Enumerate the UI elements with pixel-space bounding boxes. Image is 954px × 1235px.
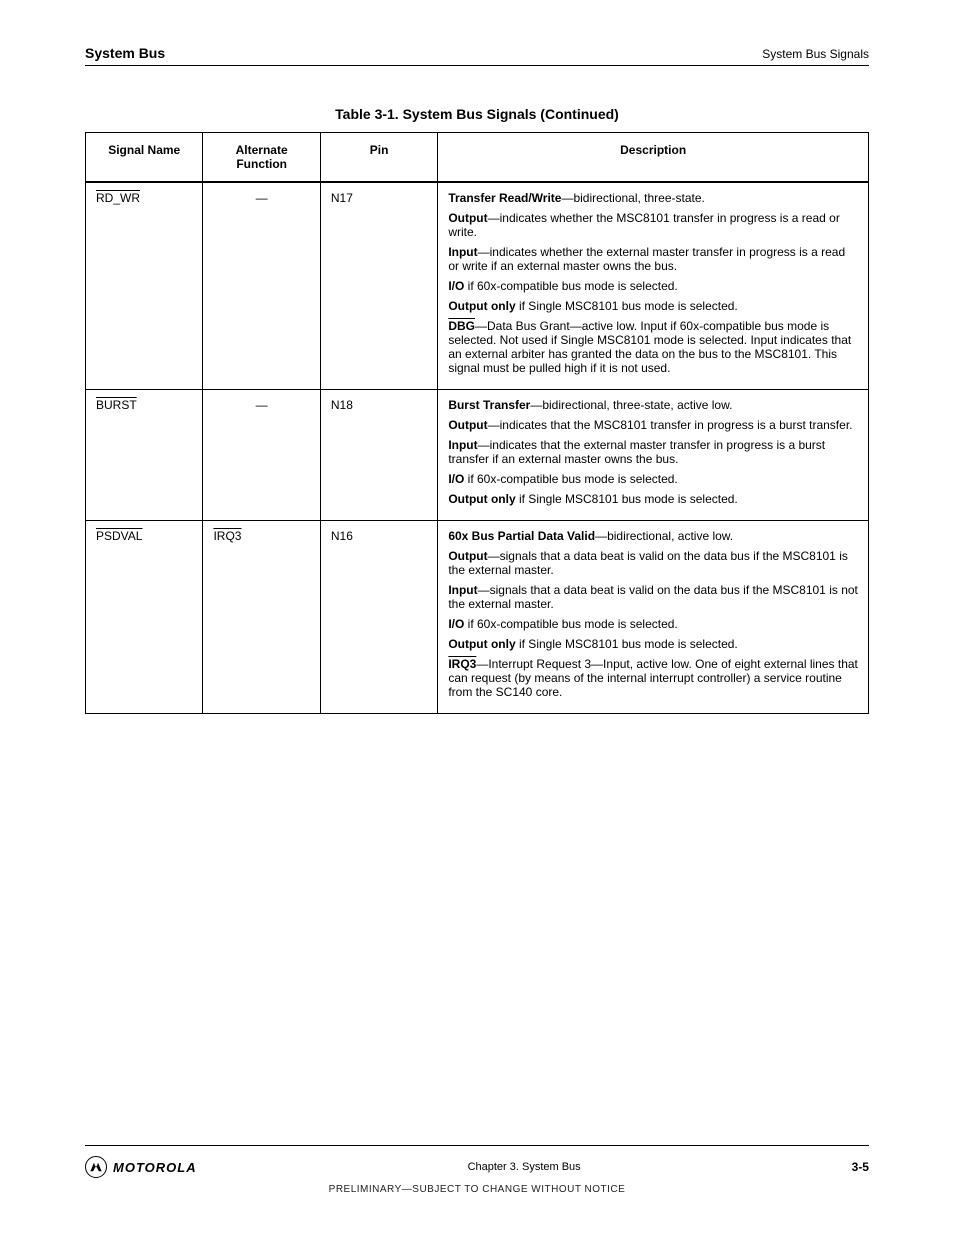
th-signal-name: Signal Name — [86, 133, 203, 183]
description-item: Input—signals that a data beat is valid … — [448, 583, 858, 611]
th-description: Description — [438, 133, 869, 183]
cell-alternate: IRQ3 — [203, 521, 320, 714]
cell-pin: N16 — [320, 521, 437, 714]
th-pin: Pin — [320, 133, 437, 183]
motorola-batwing-icon — [85, 1156, 107, 1178]
description-item: Input—indicates that the external master… — [448, 438, 858, 466]
description-item: I/O if 60x-compatible bus mode is select… — [448, 617, 858, 631]
cell-description: Burst Transfer—bidirectional, three-stat… — [438, 390, 869, 521]
description-item: Output—indicates that the MSC8101 transf… — [448, 418, 858, 432]
footer-chapter-label: Chapter 3. System Bus — [468, 1161, 581, 1173]
description-item: 60x Bus Partial Data Valid—bidirectional… — [448, 529, 858, 543]
header-section-title: System Bus Signals — [762, 47, 869, 61]
description-item: Transfer Read/Write—bidirectional, three… — [448, 191, 858, 205]
page-footer: MOTOROLA Chapter 3. System Bus 3-5 PRELI… — [85, 1145, 869, 1195]
description-item: I/O if 60x-compatible bus mode is select… — [448, 279, 858, 293]
cell-signal-name: PSDVAL — [86, 521, 203, 714]
table-caption: Table 3-1. System Bus Signals (Continued… — [85, 106, 869, 122]
page-header: System Bus System Bus Signals — [85, 45, 869, 66]
footer-page-number: 3-5 — [852, 1160, 869, 1174]
description-item: I/O if 60x-compatible bus mode is select… — [448, 472, 858, 486]
description-item: Output only if Single MSC8101 bus mode i… — [448, 492, 858, 506]
cell-signal-name: RD_WR — [86, 182, 203, 390]
description-item: DBG—Data Bus Grant—active low. Input if … — [448, 319, 858, 375]
cell-pin: N18 — [320, 390, 437, 521]
description-item: Output only if Single MSC8101 bus mode i… — [448, 637, 858, 651]
description-item: Output only if Single MSC8101 bus mode i… — [448, 299, 858, 313]
footer-preliminary-note: PRELIMINARY—SUBJECT TO CHANGE WITHOUT NO… — [85, 1184, 869, 1195]
description-item: Output—signals that a data beat is valid… — [448, 549, 858, 577]
table-row: BURST—N18 Burst Transfer—bidirectional, t… — [86, 390, 869, 521]
description-item: Input—indicates whether the external mas… — [448, 245, 858, 273]
cell-alternate: — — [203, 182, 320, 390]
table-row: RD_WR—N17 Transfer Read/Write—bidirection… — [86, 182, 869, 390]
th-alternate: Alternate Function — [203, 133, 320, 183]
description-item: Output—indicates whether the MSC8101 tra… — [448, 211, 858, 239]
header-chapter-title: System Bus — [85, 45, 165, 61]
table-body: RD_WR—N17 Transfer Read/Write—bidirection… — [86, 182, 869, 714]
signal-table: Signal Name Alternate Function Pin Descr… — [85, 132, 869, 714]
motorola-wordmark: MOTOROLA — [113, 1160, 197, 1175]
description-item: Burst Transfer—bidirectional, three-stat… — [448, 398, 858, 412]
cell-description: Transfer Read/Write—bidirectional, three… — [438, 182, 869, 390]
table-row: PSDVALIRQ3N16 60x Bus Partial Data Valid—… — [86, 521, 869, 714]
cell-alternate: — — [203, 390, 320, 521]
cell-description: 60x Bus Partial Data Valid—bidirectional… — [438, 521, 869, 714]
signal-table-wrap: Table 3-1. System Bus Signals (Continued… — [85, 106, 869, 714]
description-item: IRQ3—Interrupt Request 3—Input, active l… — [448, 657, 858, 699]
cell-pin: N17 — [320, 182, 437, 390]
table-header-row: Signal Name Alternate Function Pin Descr… — [86, 133, 869, 183]
cell-signal-name: BURST — [86, 390, 203, 521]
motorola-logo: MOTOROLA — [85, 1156, 197, 1178]
